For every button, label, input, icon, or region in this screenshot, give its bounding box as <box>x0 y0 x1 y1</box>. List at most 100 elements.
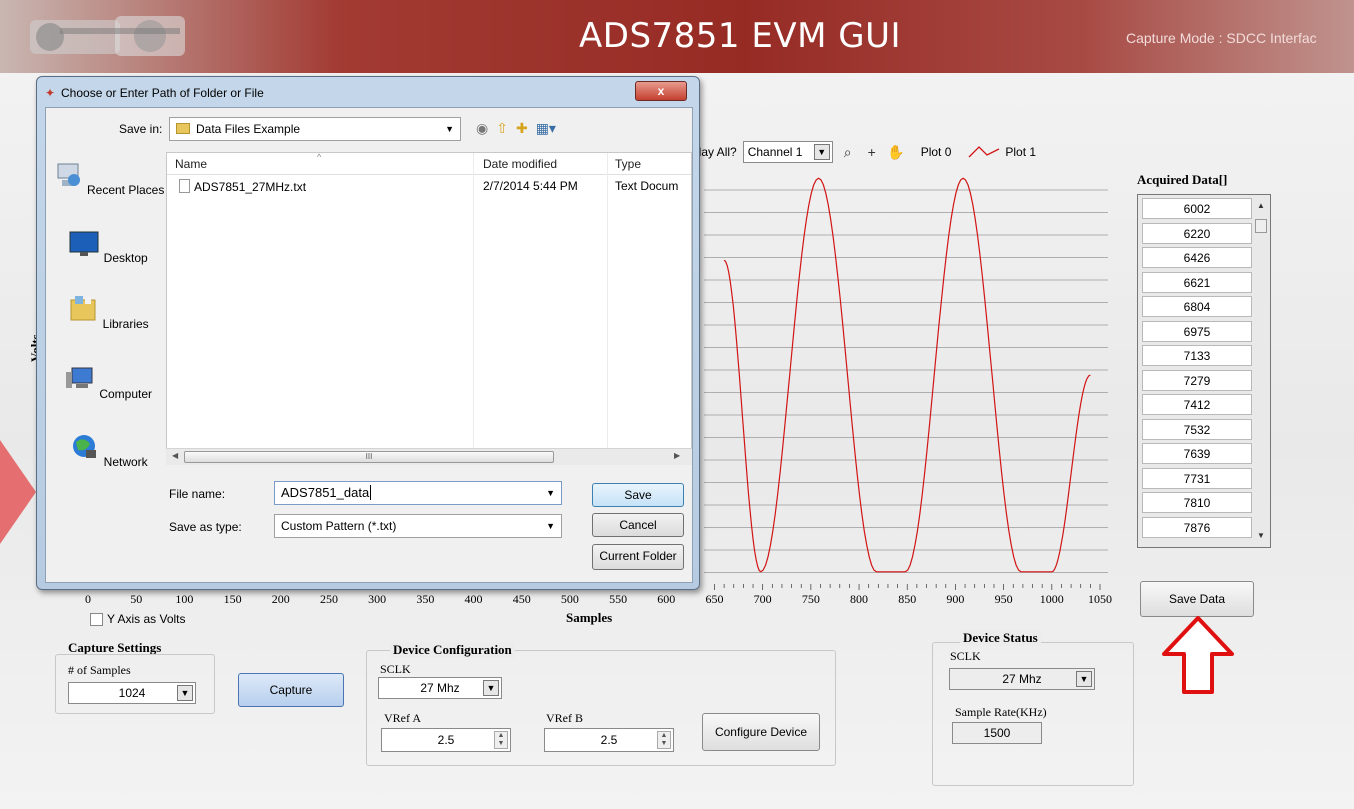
view-menu-icon[interactable]: ▦▾ <box>536 120 556 137</box>
chevron-down-icon[interactable]: ▼ <box>177 685 193 701</box>
acquired-data-cell[interactable]: 6621 <box>1142 271 1252 293</box>
vref-a-value: 2.5 <box>437 733 455 747</box>
chevron-down-icon: ▼ <box>1076 671 1092 687</box>
side-panel-tab[interactable] <box>0 440 36 544</box>
save-file-dialog[interactable]: ✦ Choose or Enter Path of Folder or File… <box>36 76 700 590</box>
file-name-cell[interactable]: ADS7851_27MHz.txt <box>179 179 306 194</box>
y-axis-as-volts-checkbox[interactable] <box>90 612 103 626</box>
sclk-select[interactable]: 27 Mhz ▼ <box>378 677 502 699</box>
vref-b-input[interactable]: 2.5 ▲ ▼ <box>544 728 674 752</box>
x-tick-label: 700 <box>753 592 772 606</box>
vref-a-input[interactable]: 2.5 ▲ ▼ <box>381 728 511 752</box>
chevron-down-icon[interactable]: ▼ <box>445 118 454 140</box>
x-tick-label: 400 <box>464 592 483 606</box>
file-list-hscrollbar[interactable]: ◀ III ▶ <box>166 448 692 465</box>
chevron-down-icon[interactable]: ▼ <box>546 515 555 537</box>
file-row[interactable]: ADS7851_27MHz.txt 2/7/2014 5:44 PM Text … <box>167 177 691 197</box>
computer-icon <box>65 367 93 388</box>
new-folder-icon[interactable]: ✚ <box>516 120 528 137</box>
acquired-data-cell[interactable]: 7412 <box>1142 394 1252 415</box>
acquired-data-cell[interactable]: 7639 <box>1142 443 1252 464</box>
samples-select-value: 1024 <box>118 686 146 700</box>
cancel-button[interactable]: Cancel <box>592 513 684 537</box>
dialog-nav-icons: ◉ ⇧ ✚ ▦▾ <box>476 120 556 137</box>
x-tick-label: 1050 <box>1088 592 1112 606</box>
place-computer[interactable]: Computer <box>50 364 166 401</box>
acquired-data-cell[interactable]: 6975 <box>1142 320 1252 342</box>
zoom-icon[interactable]: ⌕ <box>839 143 857 161</box>
save-data-button[interactable]: Save Data <box>1140 581 1254 617</box>
save-in-select[interactable]: Data Files Example ▼ <box>169 117 461 141</box>
current-folder-button[interactable]: Current Folder <box>592 544 684 570</box>
x-tick-label: 450 <box>512 592 531 606</box>
place-desktop[interactable]: Desktop <box>50 228 166 265</box>
acquired-data-cell[interactable]: 7731 <box>1142 467 1252 489</box>
configure-device-button[interactable]: Configure Device <box>702 713 820 751</box>
scroll-up-icon[interactable]: ▲ <box>1254 201 1268 210</box>
acquired-data-scrollbar[interactable]: ▲ ▼ <box>1254 197 1268 545</box>
save-as-type-select[interactable]: Custom Pattern (*.txt) ▼ <box>274 514 562 538</box>
samples-label: # of Samples <box>68 663 131 677</box>
series-line-plot-1 <box>723 177 1091 573</box>
acquired-data-cell[interactable]: 6426 <box>1142 247 1252 268</box>
scroll-right-icon[interactable]: ▶ <box>674 451 680 460</box>
chevron-down-icon[interactable]: ▼ <box>483 680 499 696</box>
x-tick-label: 750 <box>801 592 820 606</box>
save-button[interactable]: Save <box>592 483 684 507</box>
acquired-data-cell[interactable]: 7279 <box>1142 369 1252 391</box>
app-title: ADS7851 EVM GUI <box>579 16 901 56</box>
x-tick-label: 200 <box>271 592 290 606</box>
device-status-title: Device Status <box>960 630 1041 646</box>
acquired-data-cell[interactable]: 6804 <box>1142 296 1252 317</box>
acquired-data-cell[interactable]: 7876 <box>1142 516 1252 538</box>
scroll-left-icon[interactable]: ◀ <box>172 451 178 460</box>
acquired-data-cell[interactable]: 6002 <box>1142 198 1252 219</box>
legend-plot-1-label: Plot 1 <box>1005 145 1037 159</box>
x-axis-ticks: 0 50 100 150 200 250 300 350 400 450 500 550 600 650 7… <box>70 592 1130 612</box>
place-network[interactable]: Network <box>50 432 166 469</box>
samples-select[interactable]: 1024 ▼ <box>68 682 196 704</box>
scroll-thumb[interactable] <box>1255 219 1267 233</box>
acquired-data-cell[interactable]: 7532 <box>1142 418 1252 440</box>
column-type[interactable]: Type <box>615 157 641 171</box>
back-icon[interactable]: ◉ <box>476 120 488 137</box>
scroll-thumb[interactable]: III <box>184 451 554 463</box>
y-axis-as-volts-option[interactable]: Y Axis as Volts <box>90 612 186 626</box>
up-folder-icon[interactable]: ⇧ <box>496 120 508 137</box>
spinner-icon[interactable]: ▲ ▼ <box>657 731 671 749</box>
place-recent-places[interactable]: Recent Places <box>50 160 166 197</box>
acquired-data-cell[interactable]: 7133 <box>1142 345 1252 366</box>
cursor-crosshair-icon[interactable]: + <box>863 143 881 161</box>
acquired-data-list[interactable]: ▲ ▼ 6002 6220 6426 6621 6804 6975 7133 7279 7412… <box>1137 194 1271 548</box>
plot-toolbar: play All? Channel 1 ▼ ⌕ + ✋ Plot 0 Plot … <box>692 140 1036 164</box>
acquired-data-cell[interactable]: 7810 <box>1142 492 1252 513</box>
scroll-down-icon[interactable]: ▼ <box>1254 531 1268 540</box>
pan-hand-icon[interactable]: ✋ <box>887 143 905 161</box>
chevron-down-icon[interactable]: ▼ <box>546 482 555 504</box>
folder-icon <box>176 123 190 134</box>
motor-logo-icon <box>30 16 185 56</box>
scroll-grip: III <box>365 452 373 461</box>
status-sclk-value: 27 Mhz <box>1002 672 1042 686</box>
file-name-value: ADS7851_data <box>281 485 370 500</box>
x-tick-label: 650 <box>705 592 724 606</box>
file-name-input[interactable]: ADS7851_data ▼ <box>274 481 562 505</box>
capture-button[interactable]: Capture <box>238 673 344 707</box>
column-name[interactable]: Name <box>175 157 207 171</box>
device-config-title: Device Configuration <box>390 642 515 658</box>
text-cursor <box>370 485 372 500</box>
file-name: ADS7851_27MHz.txt <box>194 180 307 194</box>
y-axis-as-volts-label: Y Axis as Volts <box>107 612 186 626</box>
close-button[interactable]: x <box>635 81 687 101</box>
place-libraries[interactable]: Libraries <box>50 294 166 331</box>
x-tick-label: 300 <box>368 592 387 606</box>
place-label: Network <box>103 455 148 469</box>
spinner-icon[interactable]: ▲ ▼ <box>494 731 508 749</box>
chevron-down-icon[interactable]: ▼ <box>813 144 830 160</box>
acquired-data-cell[interactable]: 6220 <box>1142 222 1252 244</box>
channel-select[interactable]: Channel 1 ▼ <box>742 141 833 163</box>
column-date-modified[interactable]: Date modified <box>483 157 557 171</box>
sclk-select-value: 27 Mhz <box>420 681 460 695</box>
file-list[interactable]: Name ^ Date modified Type ADS7851_27MHz.… <box>166 152 692 464</box>
place-label: Desktop <box>103 251 148 265</box>
